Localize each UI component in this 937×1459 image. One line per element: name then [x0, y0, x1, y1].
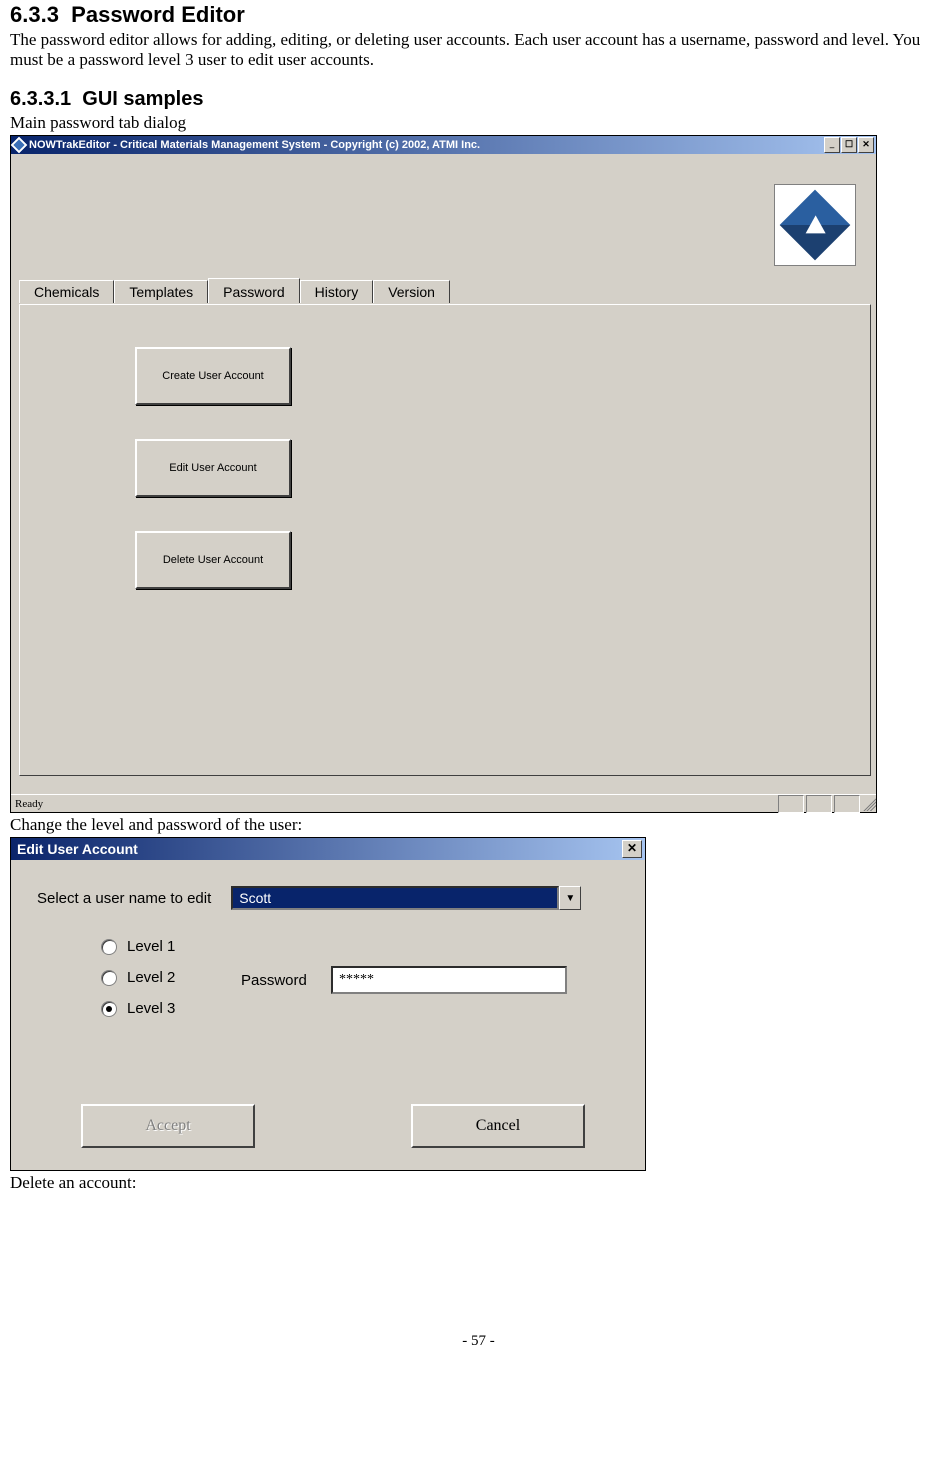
tabstrip: Chemicals Templates Password History Ver… — [19, 280, 450, 303]
edit-user-dialog: Edit User Account ✕ Select a user name t… — [10, 837, 646, 1171]
caption-edit-dialog: Change the level and password of the use… — [10, 815, 937, 835]
user-select-value[interactable]: Scott — [231, 886, 559, 910]
titlebar[interactable]: NOWTrakEditor - Critical Materials Manag… — [11, 136, 876, 154]
radio-icon[interactable] — [101, 970, 117, 986]
brand-logo — [774, 184, 856, 266]
status-pane — [806, 795, 832, 813]
tab-panel: Create User Account Edit User Account De… — [19, 304, 871, 776]
subsection-number: 6.3.3.1 — [10, 88, 71, 110]
tab-password[interactable]: Password — [208, 278, 299, 303]
dialog-close-button[interactable]: ✕ — [622, 840, 642, 858]
dialog-titlebar[interactable]: Edit User Account ✕ — [11, 838, 645, 860]
radio-label: Level 1 — [127, 938, 175, 955]
radio-label: Level 2 — [127, 969, 175, 986]
maximize-button[interactable]: ☐ — [841, 137, 857, 153]
subsection-title: GUI samples — [82, 88, 203, 110]
edit-user-button[interactable]: Edit User Account — [135, 439, 291, 497]
section-heading: 6.3.3 Password Editor — [10, 2, 937, 28]
caption-delete: Delete an account: — [10, 1173, 937, 1193]
close-button[interactable]: ✕ — [858, 137, 874, 153]
cancel-button[interactable]: Cancel — [411, 1104, 585, 1148]
status-pane — [834, 795, 860, 813]
subsection-heading: 6.3.3.1 GUI samples — [10, 88, 937, 111]
minimize-button[interactable]: _ — [824, 137, 840, 153]
accept-button[interactable]: Accept — [81, 1104, 255, 1148]
caption-main-tab: Main password tab dialog — [10, 113, 937, 133]
diamond-icon — [780, 190, 851, 261]
status-pane — [778, 795, 804, 813]
radio-level-3[interactable]: Level 3 — [101, 1000, 175, 1017]
section-body: The password editor allows for adding, e… — [10, 30, 937, 70]
section-number: 6.3.3 — [10, 2, 59, 27]
password-label: Password — [241, 972, 307, 989]
radio-icon[interactable] — [101, 1001, 117, 1017]
status-text: Ready — [15, 798, 43, 810]
radio-level-1[interactable]: Level 1 — [101, 938, 175, 955]
tab-version[interactable]: Version — [373, 280, 450, 303]
radio-level-2[interactable]: Level 2 — [101, 969, 175, 986]
select-user-label: Select a user name to edit — [37, 890, 211, 907]
radio-icon[interactable] — [101, 939, 117, 955]
statusbar: Ready — [11, 794, 876, 812]
radio-dot-icon — [106, 1006, 112, 1012]
delete-user-button[interactable]: Delete User Account — [135, 531, 291, 589]
tab-chemicals[interactable]: Chemicals — [19, 280, 114, 303]
user-select-combo[interactable]: Scott ▼ — [231, 886, 581, 910]
dropdown-arrow-icon[interactable]: ▼ — [559, 886, 581, 910]
page-number: - 57 - — [10, 1333, 937, 1350]
resize-grip-icon[interactable] — [860, 795, 876, 811]
radio-label: Level 3 — [127, 1000, 175, 1017]
tab-templates[interactable]: Templates — [114, 280, 208, 303]
tab-history[interactable]: History — [300, 280, 374, 303]
app-icon — [11, 137, 28, 154]
password-input[interactable]: ***** — [331, 966, 567, 994]
create-user-button[interactable]: Create User Account — [135, 347, 291, 405]
window-title: NOWTrakEditor - Critical Materials Manag… — [29, 139, 480, 151]
section-title: Password Editor — [71, 2, 245, 27]
main-window: NOWTrakEditor - Critical Materials Manag… — [10, 135, 877, 813]
dialog-title: Edit User Account — [14, 841, 138, 857]
